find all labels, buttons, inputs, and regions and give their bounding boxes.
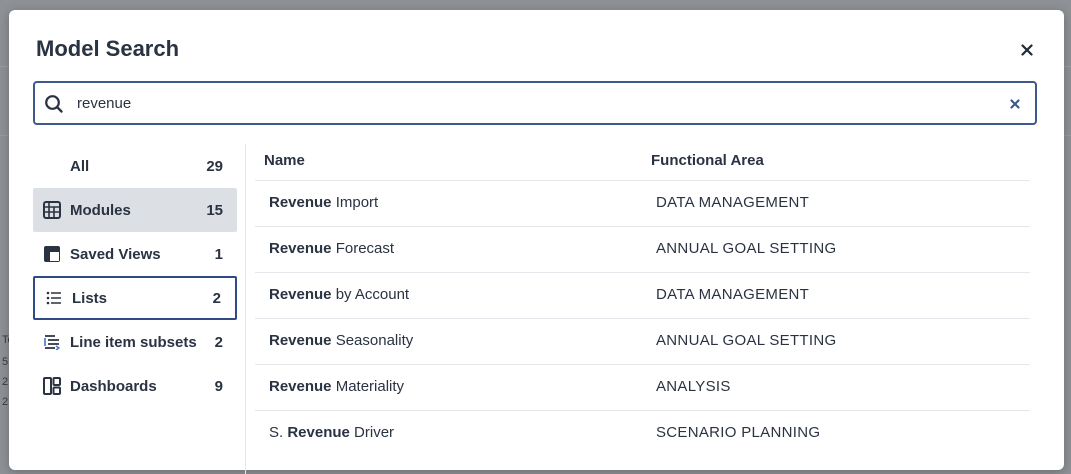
result-functional-area: ANALYSIS (656, 378, 731, 395)
result-name: Revenue by Account (269, 286, 410, 303)
sidebar-item-count: 9 (214, 377, 223, 395)
table-row[interactable]: Revenue Materiality ANALYSIS (255, 365, 1030, 411)
sidebar-item-saved-views[interactable]: Saved Views 1 (33, 232, 237, 276)
background-text: 5 (2, 356, 9, 368)
sidebar-item-label: Saved Views (70, 245, 161, 263)
line-item-subset-icon (42, 332, 62, 352)
sidebar-item-label: Dashboards (70, 377, 157, 395)
sidebar-item-dashboards[interactable]: Dashboards 9 (33, 364, 237, 408)
sidebar-item-modules[interactable]: Modules 15 (33, 188, 237, 232)
result-functional-area: ANNUAL GOAL SETTING (656, 332, 837, 349)
clear-search-icon[interactable] (1008, 97, 1022, 111)
saved-view-icon (42, 244, 62, 264)
result-functional-area: DATA MANAGEMENT (656, 286, 810, 303)
sidebar-item-count: 2 (214, 333, 223, 351)
result-name: Revenue Import (269, 194, 379, 211)
table-row[interactable]: Revenue Seasonality ANNUAL GOAL SETTING (255, 319, 1030, 365)
sidebar-item-count: 2 (212, 289, 221, 307)
table-row[interactable]: S. Revenue Driver SCENARIO PLANNING (255, 411, 1030, 457)
result-functional-area: DATA MANAGEMENT (656, 194, 810, 211)
result-name: Revenue Forecast (269, 240, 395, 257)
result-name: Revenue Seasonality (269, 332, 414, 349)
dashboard-icon (42, 376, 62, 396)
result-functional-area: ANNUAL GOAL SETTING (656, 240, 837, 257)
close-button[interactable] (1016, 39, 1038, 61)
sidebar-item-count: 1 (214, 245, 223, 263)
sidebar-item-line-item-subsets[interactable]: Line item subsets 2 (33, 320, 237, 364)
sidebar-item-label: Line item subsets (70, 333, 197, 351)
list-icon (44, 288, 64, 308)
table-row[interactable]: Revenue Forecast ANNUAL GOAL SETTING (255, 227, 1030, 273)
column-header-name[interactable]: Name (264, 152, 305, 169)
sidebar-item-all[interactable]: All 29 (33, 144, 237, 188)
search-input[interactable] (77, 91, 977, 115)
result-name: S. Revenue Driver (269, 424, 395, 441)
table-row[interactable]: Revenue by Account DATA MANAGEMENT (255, 273, 1030, 319)
column-header-functional-area[interactable]: Functional Area (651, 152, 764, 169)
dialog-title: Model Search (36, 36, 180, 61)
model-search-dialog: Model Search All 29 Modu (9, 10, 1064, 474)
result-name: Revenue Materiality (269, 378, 405, 395)
sidebar-item-lists[interactable]: Lists 2 (33, 276, 237, 320)
sidebar-item-label: Modules (70, 201, 131, 219)
sidebar-item-label: All (70, 157, 90, 175)
background-text: 2 (2, 396, 9, 408)
grid-icon (42, 200, 62, 220)
search-box (33, 81, 1037, 125)
sidebar-item-label: Lists (72, 289, 108, 307)
panel-divider (245, 144, 246, 474)
result-functional-area: SCENARIO PLANNING (656, 424, 821, 441)
sidebar-item-count: 29 (206, 157, 223, 175)
table-row[interactable]: Revenue Import DATA MANAGEMENT (255, 181, 1030, 227)
sidebar-item-count: 15 (206, 201, 223, 219)
close-icon (1021, 44, 1033, 56)
search-icon (45, 95, 63, 113)
background-text: 2 (2, 376, 9, 388)
